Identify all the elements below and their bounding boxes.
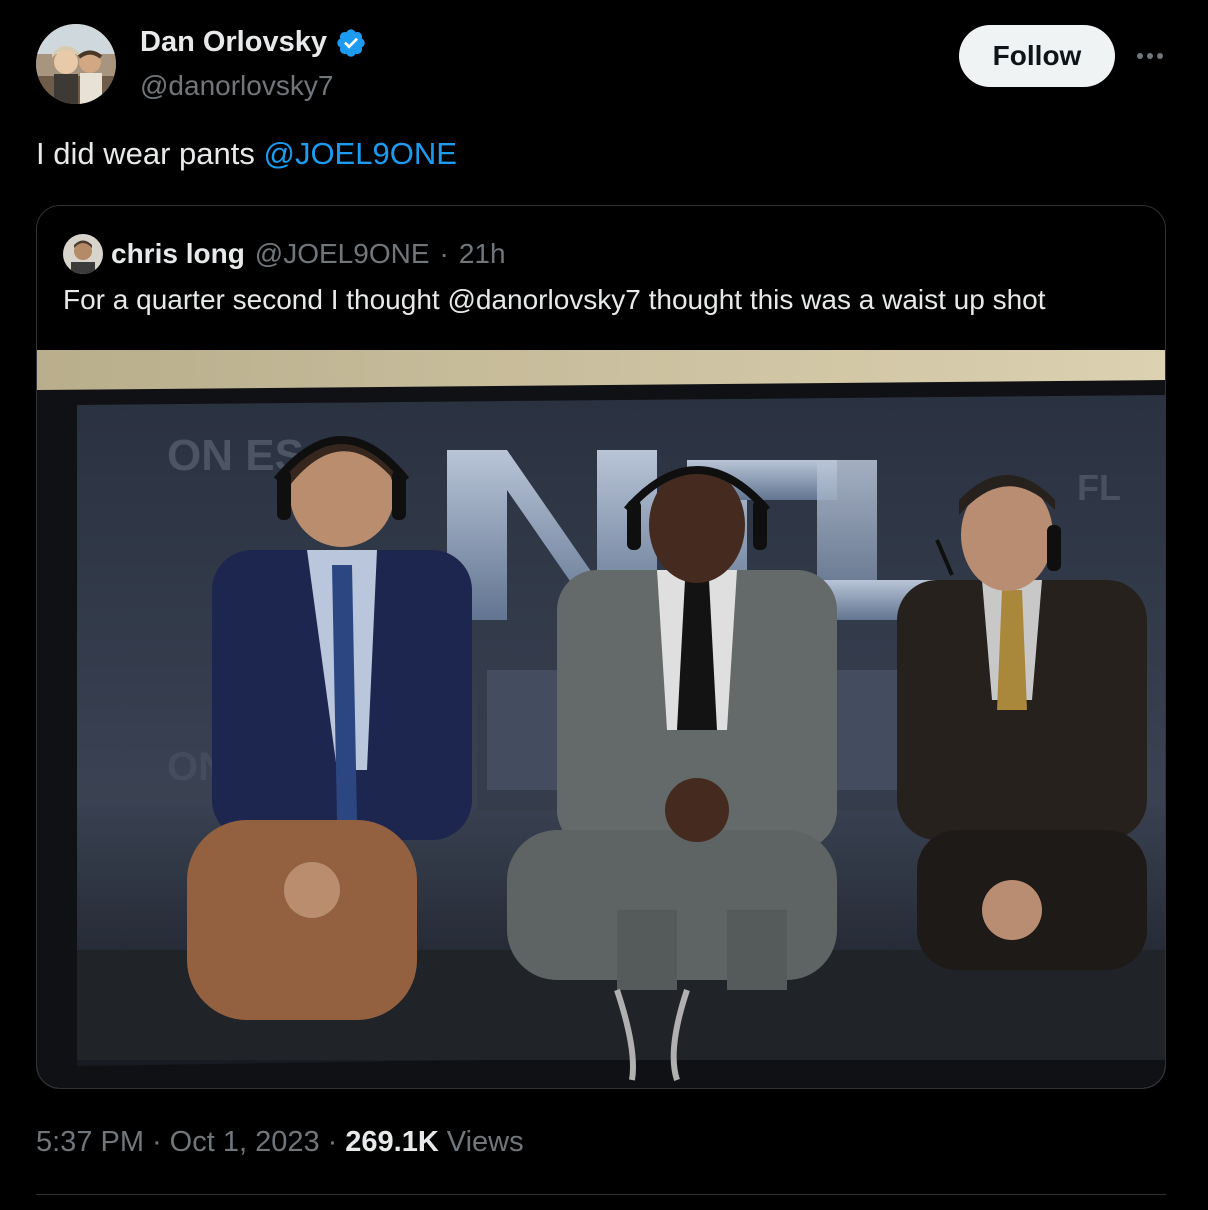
author-display-name[interactable]: Dan Orlovsky <box>140 26 327 59</box>
quoted-author-handle[interactable]: @JOEL9ONE <box>255 238 430 270</box>
quoted-tweet-header: chris long @JOEL9ONE · 21h <box>111 234 506 274</box>
views-count[interactable]: 269.1K <box>345 1126 439 1159</box>
tweet-mention-link[interactable]: @JOEL9ONE <box>263 136 456 171</box>
tweet-meta: 5:37 PM · Oct 1, 2023 · 269.1K Views <box>36 1126 524 1159</box>
divider <box>36 1194 1166 1195</box>
views-label: Views <box>446 1126 524 1158</box>
quoted-author-name[interactable]: chris long <box>111 238 245 270</box>
quoted-tweet-card[interactable]: chris long @JOEL9ONE · 21h For a quarter… <box>36 205 1166 1089</box>
quoted-timestamp[interactable]: 21h <box>459 238 506 270</box>
author-avatar[interactable] <box>36 24 116 104</box>
verified-badge-icon[interactable] <box>335 27 367 59</box>
author-handle[interactable]: @danorlovsky7 <box>140 70 333 102</box>
more-options-button[interactable] <box>1130 38 1170 74</box>
tweet-date[interactable]: Oct 1, 2023 <box>170 1126 320 1159</box>
author-name[interactable]: Dan Orlovsky <box>140 26 367 59</box>
tweet-text-body: I did wear pants <box>36 136 264 171</box>
tweet: Dan Orlovsky @danorlovsky7 Follow I did … <box>0 0 1208 1210</box>
tv-broadcast-image: ON ES ON FL <box>37 350 1165 1088</box>
quoted-author-avatar[interactable] <box>63 234 103 274</box>
quoted-tweet-text: For a quarter second I thought @danorlov… <box>63 284 1046 315</box>
more-horizontal-icon <box>1137 53 1163 59</box>
tweet-text: I did wear pants @JOEL9ONE <box>36 136 457 172</box>
follow-button[interactable]: Follow <box>959 25 1115 87</box>
meta-separator: · <box>152 1126 162 1158</box>
meta-separator: · <box>327 1126 338 1158</box>
quoted-separator: · <box>439 238 449 269</box>
tweet-time[interactable]: 5:37 PM <box>36 1126 144 1159</box>
quoted-tweet-media[interactable]: ON ES ON FL <box>37 350 1165 1088</box>
